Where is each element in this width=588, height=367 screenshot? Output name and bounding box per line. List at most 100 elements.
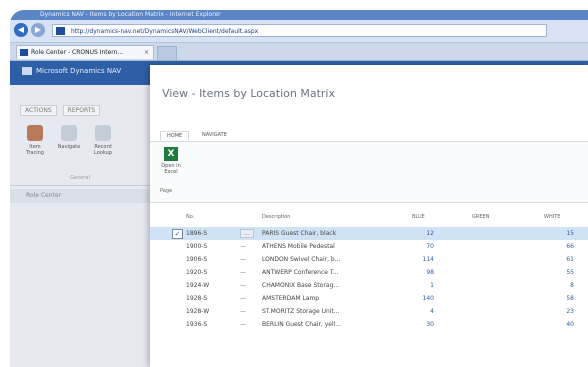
cell-action-menu[interactable]: ... — [240, 229, 254, 238]
cell-description: ANTWERP Conference T... — [262, 269, 339, 276]
cell-description: BERLIN Guest Chair, yell... — [262, 321, 342, 328]
item-table: ✓ 1896-S... PARIS Guest Chair, black 12 15 19… — [150, 227, 588, 331]
cell-item-no[interactable]: 1920-S — [186, 269, 230, 276]
app-brand[interactable]: Microsoft Dynamics NAV — [22, 67, 121, 75]
cell-action-menu[interactable]: — — [240, 321, 252, 328]
cell-description: ATHENS Mobile Pedestal — [262, 243, 335, 250]
cell-white: 15 — [566, 230, 574, 237]
nav-item-role-center[interactable]: Role Center — [10, 189, 150, 203]
cell-item-no[interactable]: 1936-S — [186, 321, 230, 328]
divider — [10, 185, 150, 186]
cell-action-menu[interactable]: — — [240, 295, 252, 302]
item-tracing-label: Item Tracing — [26, 144, 44, 156]
ribbon: X Open in Excel Page — [150, 142, 588, 203]
cell-description: ST.MORITZ Storage Unit... — [262, 308, 340, 315]
record-lookup-button[interactable]: Record Lookup — [88, 125, 118, 156]
cell-blue: 30 — [426, 321, 434, 328]
table-row[interactable]: 1920-S — ANTWERP Conference T... 98 55 — [150, 266, 588, 279]
cell-blue: 98 — [426, 269, 434, 276]
cell-white: 66 — [566, 243, 574, 250]
table-row[interactable]: 1928-S — AMSTERDAM Lamp 140 58 — [150, 292, 588, 305]
tab-favicon-icon — [20, 49, 28, 56]
cell-blue: 1 — [430, 282, 434, 289]
column-header-green[interactable]: GREEN — [472, 214, 489, 220]
cell-item-no[interactable]: 1900-S — [186, 243, 230, 250]
open-in-excel-label: Open in Excel — [161, 163, 181, 175]
item-tracing-icon — [27, 125, 43, 141]
cell-action-menu[interactable]: — — [240, 308, 252, 315]
app-brand-label: Microsoft Dynamics NAV — [36, 67, 122, 75]
navigate-button[interactable]: Navigate — [54, 125, 84, 150]
ribbon-group-label: Page — [160, 188, 173, 194]
table-row[interactable]: 1900-S — ATHENS Mobile Pedestal 70 66 — [150, 240, 588, 253]
tab-navigate[interactable]: NAVIGATE — [196, 131, 233, 139]
table-row[interactable]: ✓ 1896-S... PARIS Guest Chair, black 12 15 — [150, 227, 588, 240]
row-checkbox[interactable]: ✓ — [172, 229, 183, 239]
left-pane-tabs: ACTIONS REPORTS — [20, 105, 106, 116]
cell-description: CHAMONIX Base Storag... — [262, 282, 340, 289]
navigate-label: Navigate — [57, 144, 81, 150]
window-title: Dynamics NAV - Items by Location Matrix … — [10, 10, 588, 20]
cell-blue: 114 — [422, 256, 434, 263]
column-header-white[interactable]: WHITE — [544, 214, 560, 220]
cell-white: 8 — [570, 282, 574, 289]
column-header-description[interactable]: Description — [262, 214, 290, 220]
address-bar: ◀ ▶ http://dynamics-nav.net/DynamicsNAV/… — [10, 20, 588, 43]
table-row[interactable]: 1924-W — CHAMONIX Base Storag... 1 8 — [150, 279, 588, 292]
cell-white: 58 — [566, 295, 574, 302]
column-header-no[interactable]: No. — [186, 214, 194, 220]
navigate-icon — [61, 125, 77, 141]
page-title: View - Items by Location Matrix — [162, 87, 335, 100]
cell-blue: 4 — [430, 308, 434, 315]
cell-white: 23 — [566, 308, 574, 315]
record-lookup-icon — [95, 125, 111, 141]
ribbon-tabs: HOME NAVIGATE — [150, 131, 588, 142]
record-lookup-label: Record Lookup — [94, 144, 112, 156]
new-tab-button[interactable] — [157, 46, 177, 61]
left-navigation-pane: ACTIONS REPORTS Item Tracing Navigate Rec… — [10, 85, 150, 367]
cell-action-menu[interactable]: — — [240, 256, 252, 263]
cell-blue: 12 — [426, 230, 434, 237]
cell-description: LONDON Swivel Chair, b... — [262, 256, 341, 263]
browser-tab[interactable]: Role Center - CRONUS Intern... × — [16, 45, 154, 59]
left-pane-group-label: General — [70, 175, 90, 181]
tab-reports[interactable]: REPORTS — [62, 105, 101, 116]
url-text: http://dynamics-nav.net/DynamicsNAV/WebC… — [71, 28, 259, 35]
browser-tab-bar: Role Center - CRONUS Intern... × — [10, 43, 588, 61]
table-row[interactable]: 1906-S — LONDON Swivel Chair, b... 114 61 — [150, 253, 588, 266]
cell-description: AMSTERDAM Lamp — [262, 295, 320, 302]
table-row[interactable]: 1936-S — BERLIN Guest Chair, yell... 30 40 — [150, 318, 588, 331]
left-pane-actions: Item Tracing Navigate Record Lookup — [20, 125, 140, 169]
cell-blue: 140 — [422, 295, 434, 302]
cell-action-menu[interactable]: — — [240, 243, 252, 250]
cell-action-menu[interactable]: — — [240, 282, 252, 289]
cell-white: 55 — [566, 269, 574, 276]
open-in-excel-button[interactable]: X Open in Excel — [160, 147, 182, 175]
excel-icon: X — [164, 147, 178, 161]
cell-blue: 70 — [426, 243, 434, 250]
cell-item-no[interactable]: 1924-W — [186, 282, 230, 289]
column-header-blue[interactable]: BLUE — [412, 214, 425, 220]
browser-window: Dynamics NAV - Items by Location Matrix … — [10, 10, 588, 367]
back-button[interactable]: ◀ — [14, 23, 28, 37]
close-tab-icon[interactable]: × — [144, 46, 149, 59]
cell-action-menu[interactable]: — — [240, 269, 252, 276]
tab-home[interactable]: HOME — [160, 131, 190, 141]
cell-item-no[interactable]: 1896-S — [186, 230, 230, 237]
item-tracing-button[interactable]: Item Tracing — [20, 125, 50, 156]
site-icon — [56, 27, 65, 35]
forward-button[interactable]: ▶ — [31, 23, 45, 37]
browser-tab-label: Role Center - CRONUS Intern... — [31, 49, 124, 56]
url-field[interactable]: http://dynamics-nav.net/DynamicsNAV/WebC… — [52, 24, 547, 37]
cell-item-no[interactable]: 1928-S — [186, 295, 230, 302]
dynamics-logo-icon — [22, 67, 32, 75]
page-content: View - Items by Location Matrix HOME NAV… — [150, 65, 588, 367]
table-header: No. Description BLUE GREEN WHITE — [150, 211, 588, 223]
cell-item-no[interactable]: 1906-S — [186, 256, 230, 263]
tab-actions[interactable]: ACTIONS — [20, 105, 57, 116]
cell-item-no[interactable]: 1928-W — [186, 308, 230, 315]
table-row[interactable]: 1928-W — ST.MORITZ Storage Unit... 4 23 — [150, 305, 588, 318]
cell-description: PARIS Guest Chair, black — [262, 230, 337, 237]
cell-white: 40 — [566, 321, 574, 328]
cell-white: 61 — [566, 256, 574, 263]
